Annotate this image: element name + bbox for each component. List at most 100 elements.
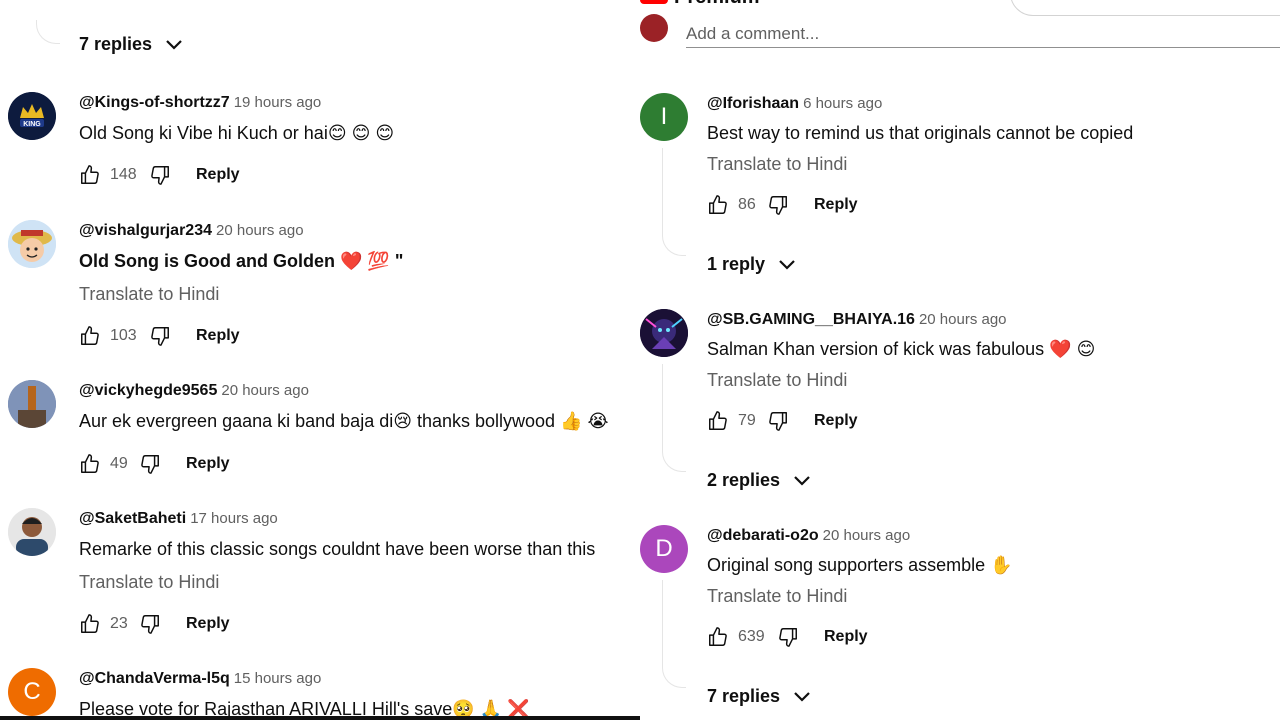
comment-header: @Kings-of-shortzz7 19 hours ago: [79, 94, 321, 112]
like-count: 86: [738, 196, 756, 213]
avatar-letter: I: [660, 103, 668, 130]
comment-text: Salman Khan version of kick was fabulous…: [707, 339, 1096, 359]
thumbs-up-icon: [709, 195, 727, 214]
reply-button[interactable]: Reply: [814, 412, 858, 430]
comment-author[interactable]: @debarati-o2o: [707, 527, 819, 544]
translate-link[interactable]: Translate to Hindi: [79, 284, 219, 305]
dislike-button[interactable]: [776, 625, 800, 649]
crown-logo-icon: KING: [8, 92, 56, 140]
replies-toggle[interactable]: 2 replies: [707, 468, 814, 492]
thumbs-down-icon: [141, 455, 159, 474]
gaming-avatar-icon: [640, 309, 688, 357]
comment-time[interactable]: 15 hours ago: [234, 670, 322, 687]
divider: [0, 716, 640, 720]
like-count: 49: [110, 455, 128, 472]
like-count: 79: [738, 412, 756, 429]
avatar[interactable]: I: [640, 93, 688, 141]
thumbs-up-icon: [709, 627, 727, 646]
comment-author[interactable]: @vickyhegde9565: [79, 382, 217, 399]
avatar[interactable]: KING: [8, 92, 56, 140]
dislike-button[interactable]: [138, 452, 162, 476]
reply-button[interactable]: Reply: [196, 327, 240, 345]
left-comments-pane: 7 replies KING @Kings-of-shortzz7 19 hour…: [0, 0, 640, 720]
avatar[interactable]: [640, 309, 688, 357]
reply-button[interactable]: Reply: [196, 166, 240, 184]
comment-time[interactable]: 20 hours ago: [823, 527, 911, 544]
like-button[interactable]: [78, 612, 102, 636]
youtube-logo-icon: [640, 0, 668, 4]
reply-button[interactable]: Reply: [814, 196, 858, 214]
thread-line: [662, 364, 663, 452]
reply-button[interactable]: Reply: [186, 455, 230, 473]
like-button[interactable]: [706, 193, 730, 217]
thumbs-down-icon: [779, 628, 797, 647]
avatar[interactable]: [8, 380, 56, 428]
comment-time[interactable]: 17 hours ago: [190, 510, 278, 527]
avatar-letter: C: [23, 678, 41, 705]
current-user-avatar[interactable]: [640, 14, 668, 42]
comment-header: @vickyhegde9565 20 hours ago: [79, 382, 309, 400]
reply-button[interactable]: Reply: [186, 615, 230, 633]
comment-author[interactable]: @vishalgurjar234: [79, 222, 212, 239]
translate-link[interactable]: Translate to Hindi: [707, 154, 847, 175]
comment-author[interactable]: @Iforishaan: [707, 95, 799, 112]
thumbs-down-icon: [769, 412, 787, 431]
replies-toggle-label: 7 replies: [79, 33, 153, 54]
avatar[interactable]: [8, 508, 56, 556]
comment-time[interactable]: 19 hours ago: [234, 94, 322, 111]
thread-line: [662, 148, 663, 236]
comment-actions: 49 Reply: [78, 449, 230, 479]
translate-link[interactable]: Translate to Hindi: [707, 586, 847, 607]
comment-author[interactable]: @Kings-of-shortzz7: [79, 94, 230, 111]
comment-time[interactable]: 20 hours ago: [221, 382, 309, 399]
thread-connector: [662, 232, 686, 256]
replies-toggle[interactable]: 7 replies: [79, 32, 186, 56]
comment-header: @SB.GAMING__BHAIYA.16 20 hours ago: [707, 311, 1007, 329]
add-comment-input[interactable]: [686, 20, 1280, 48]
dislike-button[interactable]: [766, 193, 790, 217]
comment-text: Remarke of this classic songs couldnt ha…: [79, 539, 596, 559]
comment-actions: 148 Reply: [78, 160, 240, 190]
comment-time[interactable]: 20 hours ago: [919, 311, 1007, 328]
cartoon-avatar-icon: [8, 220, 56, 268]
comment-actions: 79 Reply: [706, 406, 858, 436]
dislike-button[interactable]: [148, 163, 172, 187]
comment-text: Old Song is Good and Golden ❤️ 💯 ": [79, 251, 404, 271]
like-button[interactable]: [78, 324, 102, 348]
comment-header: @debarati-o2o 20 hours ago: [707, 527, 910, 545]
translate-link[interactable]: Translate to Hindi: [79, 572, 219, 593]
like-count: 639: [738, 628, 765, 645]
like-button[interactable]: [706, 625, 730, 649]
dislike-button[interactable]: [138, 612, 162, 636]
thumbs-up-icon: [81, 326, 99, 345]
avatar[interactable]: [8, 220, 56, 268]
translate-link[interactable]: Translate to Hindi: [707, 370, 847, 391]
thumbs-up-icon: [81, 614, 99, 633]
thumbs-down-icon: [769, 196, 787, 215]
like-button[interactable]: [78, 163, 102, 187]
comment-header: @SaketBaheti 17 hours ago: [79, 510, 278, 528]
comment-text: Aur ek evergreen gaana ki band baja di😢 …: [79, 411, 609, 431]
replies-toggle[interactable]: 1 reply: [707, 252, 799, 276]
dislike-button[interactable]: [148, 324, 172, 348]
thumbs-up-icon: [81, 165, 99, 184]
comment-author[interactable]: @ChandaVerma-l5q: [79, 670, 230, 687]
comment-time[interactable]: 6 hours ago: [803, 95, 882, 112]
replies-toggle[interactable]: 7 replies: [707, 684, 814, 708]
comment-time[interactable]: 20 hours ago: [216, 222, 304, 239]
comment-text: Original song supporters assemble ✋: [707, 555, 1013, 575]
search-box[interactable]: [1010, 0, 1280, 16]
comment-author[interactable]: @SB.GAMING__BHAIYA.16: [707, 311, 915, 328]
avatar[interactable]: C: [8, 668, 56, 716]
avatar[interactable]: D: [640, 525, 688, 573]
like-button[interactable]: [706, 409, 730, 433]
reply-button[interactable]: Reply: [824, 628, 868, 646]
chevron-down-icon: [794, 692, 810, 702]
like-button[interactable]: [78, 452, 102, 476]
replies-toggle-label: 7 replies: [707, 685, 781, 706]
replies-toggle-label: 1 reply: [707, 253, 766, 274]
thumbs-down-icon: [151, 166, 169, 185]
dislike-button[interactable]: [766, 409, 790, 433]
thread-connector: [36, 20, 60, 44]
comment-author[interactable]: @SaketBaheti: [79, 510, 186, 527]
